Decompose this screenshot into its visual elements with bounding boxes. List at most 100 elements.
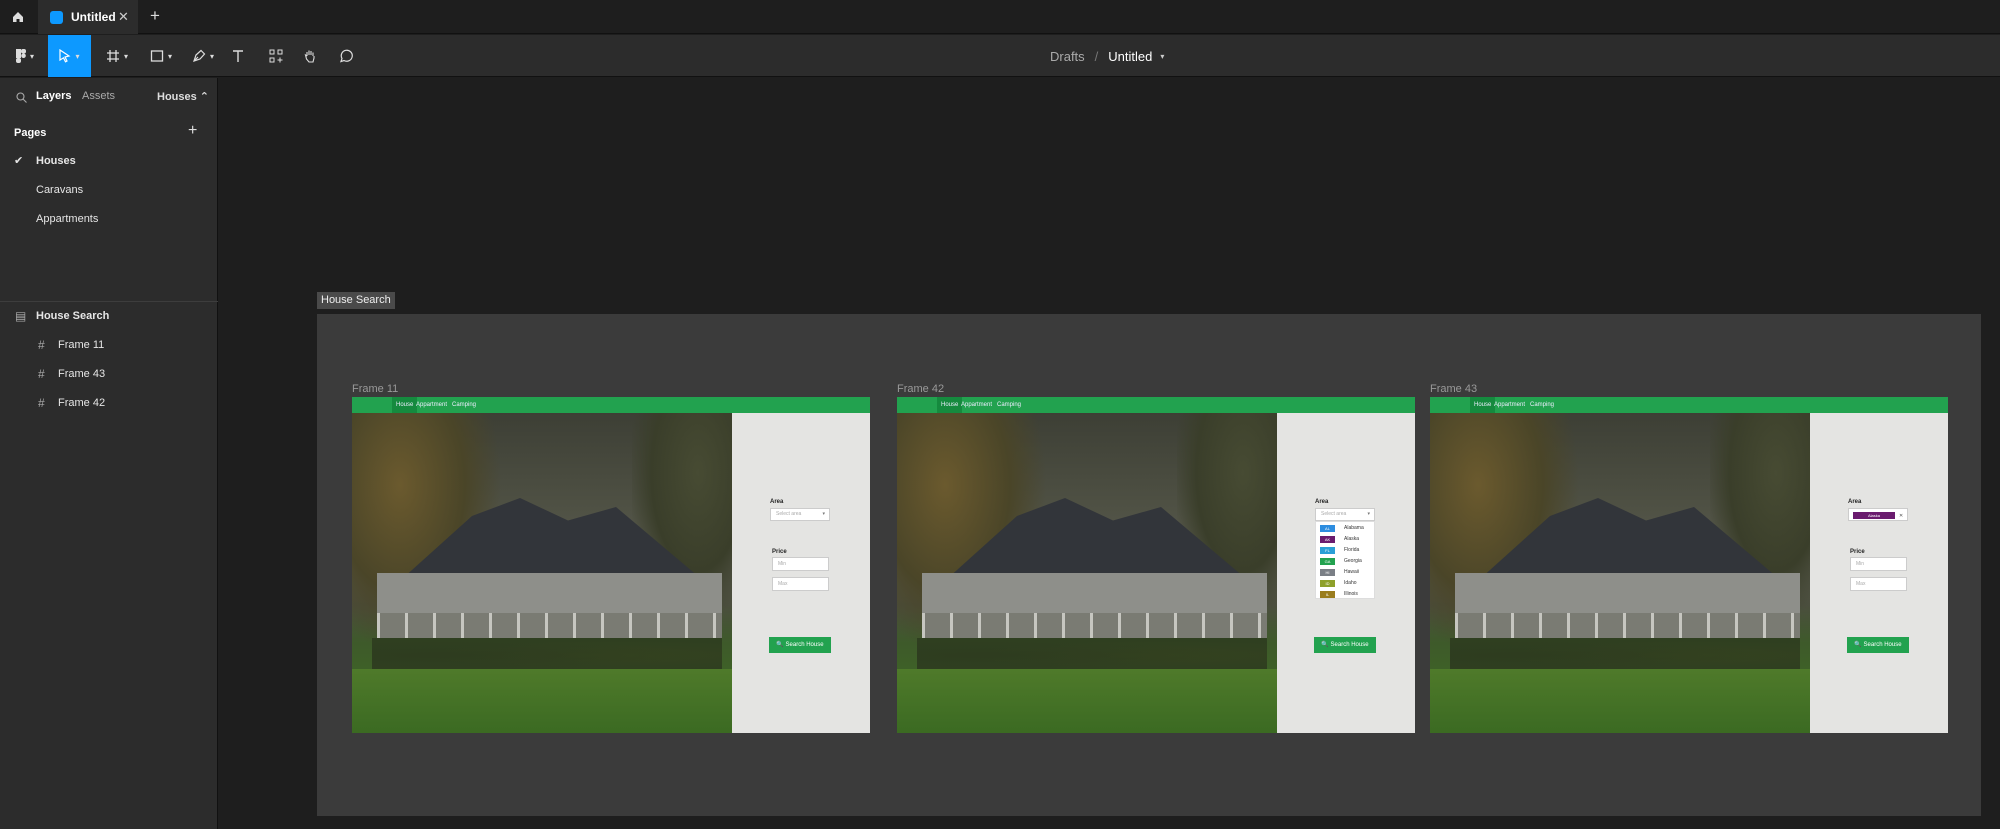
add-page-button[interactable]: + [188, 122, 197, 140]
hand-tool-button[interactable] [300, 35, 320, 77]
layer-frame-11[interactable]: # Frame 11 [0, 331, 218, 359]
frame-42[interactable]: House Appartment Camping Area Select are… [897, 397, 1415, 733]
area-placeholder: Select area [1321, 511, 1347, 517]
area-dropdown: AL Alabama AK Alaska FL Florida GA Georg… [1315, 521, 1375, 599]
comment-tool-button[interactable] [336, 35, 356, 77]
file-name[interactable]: Untitled [1108, 49, 1152, 64]
area-option-name: Florida [1344, 547, 1360, 553]
tab-title: Untitled [71, 10, 116, 24]
area-code-chip: ID [1320, 580, 1335, 587]
nav-appartment[interactable]: Appartment [957, 397, 996, 413]
area-label: Area [770, 499, 784, 505]
frame-label[interactable]: Frame 43 [1430, 383, 1477, 395]
frame-11[interactable]: House Appartment Camping Area Select are… [352, 397, 870, 733]
layer-house-search[interactable]: ▤ House Search [0, 302, 218, 330]
area-option[interactable]: HI Hawaii [1318, 567, 1374, 577]
area-code-chip: GA [1320, 558, 1335, 565]
main-menu-button[interactable]: ▾ [8, 35, 42, 77]
area-option[interactable]: IL Illinois [1318, 589, 1374, 599]
frame-icon [106, 50, 119, 62]
min-price-input[interactable]: Min [772, 557, 829, 571]
figma-logo-icon [15, 49, 26, 63]
page-item-appartments[interactable]: Appartments [0, 205, 218, 233]
hand-icon [304, 50, 315, 63]
tab-layers[interactable]: Layers [36, 90, 71, 102]
home-icon [13, 12, 23, 22]
clear-icon[interactable]: ✕ [1899, 511, 1903, 522]
page-item-caravans[interactable]: Caravans [0, 176, 218, 204]
chevron-down-icon: ▾ [167, 51, 172, 61]
area-option-name: Illinois [1344, 591, 1358, 597]
close-tab-icon[interactable]: ✕ [118, 9, 129, 25]
left-panel: Layers Assets Houses ⌃ Pages + ✔ Houses … [0, 78, 218, 829]
area-option[interactable]: FL Florida [1318, 545, 1374, 555]
page-switcher[interactable]: Houses ⌃ [157, 90, 209, 103]
area-option[interactable]: ID Idaho [1318, 578, 1374, 588]
area-option[interactable]: AK Alaska [1318, 534, 1374, 544]
area-label: Area [1848, 499, 1862, 505]
section-label[interactable]: House Search [317, 292, 395, 309]
layer-frame-42[interactable]: # Frame 42 [0, 389, 218, 417]
frame-label[interactable]: Frame 11 [352, 383, 398, 395]
move-tool-button[interactable]: ▾ [48, 35, 91, 77]
area-option-name: Idaho [1344, 580, 1357, 586]
top-nav: House Appartment Camping [352, 397, 870, 413]
components-icon [269, 49, 283, 63]
area-option[interactable]: GA Georgia [1318, 556, 1374, 566]
nav-appartment[interactable]: Appartment [412, 397, 451, 413]
min-price-input[interactable]: Min [1850, 557, 1907, 571]
chevron-down-icon[interactable]: ▾ [1160, 52, 1164, 61]
max-price-input[interactable]: Max [1850, 577, 1907, 591]
max-price-input[interactable]: Max [772, 577, 829, 591]
nav-appartment[interactable]: Appartment [1490, 397, 1529, 413]
area-code-chip: AL [1320, 525, 1335, 532]
section-icon: ▤ [15, 309, 27, 323]
layer-label: Frame 43 [58, 368, 106, 380]
frame-icon: # [38, 367, 45, 381]
page-item-houses[interactable]: ✔ Houses [0, 147, 218, 175]
area-select[interactable]: Select area ▾ [770, 508, 830, 521]
checkmark-icon: ✔ [14, 155, 24, 167]
frame-label[interactable]: Frame 42 [897, 383, 944, 395]
search-house-button[interactable]: 🔍 Search House [1847, 637, 1909, 653]
breadcrumb-drafts[interactable]: Drafts [1050, 49, 1085, 64]
tab-assets[interactable]: Assets [82, 90, 115, 102]
cursor-icon [59, 49, 71, 63]
search-panel: Area Select area ▾ AL Alabama AK Alaska … [1277, 413, 1415, 733]
area-option-name: Alabama [1344, 525, 1364, 531]
search-house-button[interactable]: 🔍 Search House [769, 637, 831, 653]
area-option-name: Georgia [1344, 558, 1362, 564]
text-icon [233, 50, 243, 62]
tab-bar: Untitled ✕ + [0, 0, 2000, 34]
pen-icon [193, 49, 206, 62]
frame-tool-button[interactable]: ▾ [100, 35, 134, 77]
frame-43[interactable]: House Appartment Camping Area Alaska ✕ P… [1430, 397, 1948, 733]
page-label: Caravans [36, 184, 84, 196]
nav-camping[interactable]: Camping [448, 397, 480, 413]
search-house-button[interactable]: 🔍 Search House [1314, 637, 1376, 653]
text-tool-button[interactable] [228, 35, 248, 77]
chevron-down-icon: ▾ [29, 51, 34, 61]
breadcrumb: Drafts / Untitled ▾ [1050, 35, 1164, 77]
area-select[interactable]: Select area ▾ [1315, 508, 1375, 521]
components-button[interactable] [266, 35, 286, 77]
home-button[interactable] [0, 0, 36, 34]
selected-area-chip: Alaska [1853, 512, 1895, 519]
area-label: Area [1315, 499, 1329, 505]
area-placeholder: Select area [776, 511, 802, 517]
tab-file[interactable]: Untitled ✕ [38, 0, 138, 34]
page-label: Appartments [36, 213, 99, 225]
price-label: Price [772, 549, 787, 555]
shape-tool-button[interactable]: ▾ [144, 35, 178, 77]
new-tab-button[interactable]: + [150, 6, 160, 26]
house-photo [352, 413, 732, 733]
area-select[interactable]: Alaska ✕ [1848, 508, 1908, 521]
layer-frame-43[interactable]: # Frame 43 [0, 360, 218, 388]
area-option[interactable]: AL Alabama [1318, 523, 1374, 533]
nav-camping[interactable]: Camping [993, 397, 1025, 413]
panel-tabs: Layers Assets Houses ⌃ [0, 78, 218, 114]
house-photo [1430, 413, 1810, 733]
nav-camping[interactable]: Camping [1526, 397, 1558, 413]
pen-tool-button[interactable]: ▾ [186, 35, 220, 77]
breadcrumb-separator: / [1094, 48, 1099, 64]
